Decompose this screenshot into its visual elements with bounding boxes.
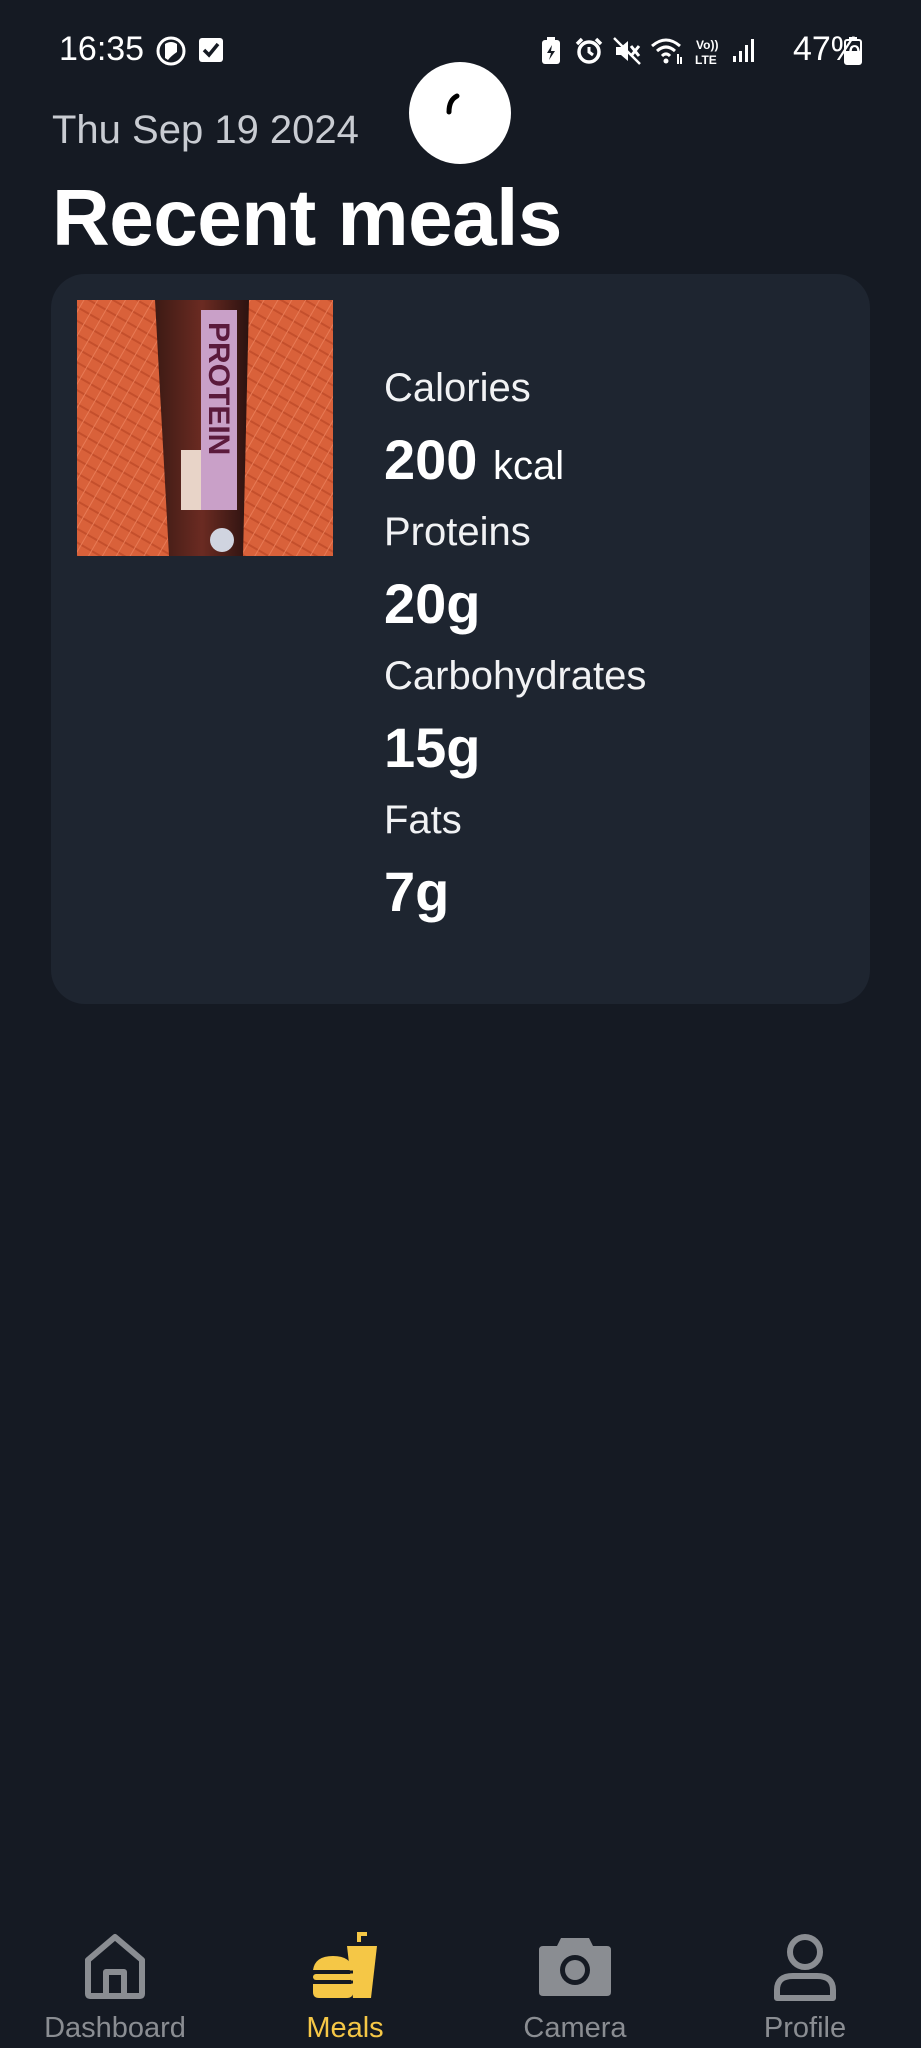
- battery-icon: [844, 37, 862, 65]
- mute-icon: [613, 37, 641, 65]
- nav-label-dashboard: Dashboard: [44, 2012, 186, 2044]
- current-date: Thu Sep 19 2024: [52, 108, 359, 152]
- face-icon: [156, 36, 186, 66]
- nutrients-list: Calories 200 kcal Proteins 20g Carbohydr…: [384, 358, 646, 934]
- volte-icon: Vo)) LTE: [695, 38, 718, 67]
- nav-item-dashboard[interactable]: Dashboard: [0, 1916, 230, 2048]
- signal-icon: [733, 39, 754, 62]
- carbs-label: Carbohydrates: [384, 654, 647, 698]
- calories-label: Calories: [384, 366, 531, 410]
- proteins-label: Proteins: [384, 510, 531, 554]
- nav-item-camera[interactable]: Camera: [460, 1916, 690, 2048]
- carbs-value: 15g: [384, 716, 481, 779]
- meal-photo: PROTEIN: [77, 300, 333, 556]
- page-title: Recent meals: [52, 173, 562, 262]
- calories-value: 200 kcal: [384, 418, 646, 502]
- spinner-icon: [446, 93, 460, 115]
- nav-item-meals[interactable]: Meals: [230, 1916, 460, 2048]
- burger-drink-icon: [313, 1932, 377, 1998]
- person-icon: [774, 1934, 836, 2001]
- home-icon: [85, 1934, 145, 1999]
- protein-bar-image: PROTEIN: [77, 300, 333, 556]
- meal-card[interactable]: PROTEIN Calories 200 kcal Proteins 20g C…: [51, 274, 870, 1004]
- loading-indicator: [409, 62, 511, 164]
- svg-text:LTE: LTE: [695, 53, 717, 67]
- proteins-value: 20g: [384, 572, 481, 635]
- status-time: 16:35: [59, 30, 145, 68]
- alarm-icon: [575, 37, 603, 64]
- svg-text:Vo)): Vo)): [696, 38, 718, 52]
- nav-item-profile[interactable]: Profile: [690, 1916, 920, 2048]
- wifi-icon: [651, 38, 682, 64]
- fats-value: 7g: [384, 860, 450, 923]
- calories-unit: kcal: [493, 444, 565, 488]
- nav-label-meals: Meals: [306, 2012, 384, 2044]
- protein-text: PROTEIN: [202, 322, 235, 455]
- nav-label-profile: Profile: [763, 2012, 847, 2044]
- bottom-nav: Dashboard Meals Camera Profile: [0, 1916, 921, 2048]
- camera-icon: [539, 1938, 611, 1996]
- nav-label-camera: Camera: [523, 2012, 627, 2044]
- fats-label: Fats: [384, 798, 462, 842]
- calories-number: 200: [384, 428, 478, 491]
- battery-saver-icon: [542, 37, 560, 64]
- checkbox-icon: [199, 38, 223, 62]
